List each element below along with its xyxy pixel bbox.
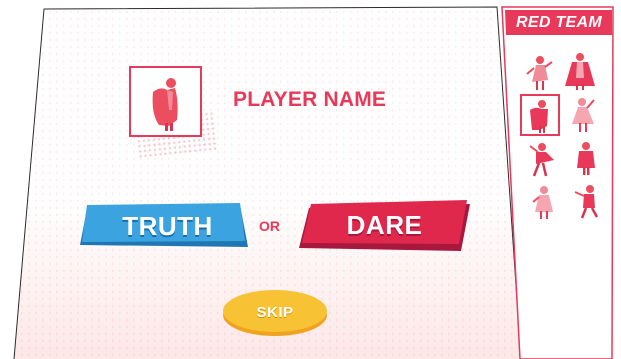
team-member-4[interactable] bbox=[566, 94, 602, 136]
skip-button-label: SKIP bbox=[256, 303, 294, 321]
team-member-2[interactable] bbox=[562, 50, 598, 92]
truth-button[interactable]: TRUTH bbox=[80, 203, 251, 249]
hero-standing-icon bbox=[577, 142, 595, 175]
caped-hero-icon bbox=[152, 78, 178, 131]
hero-caped-woman-icon bbox=[565, 53, 595, 90]
hero-ballerina-icon bbox=[572, 98, 595, 132]
player-name-label: PLAYER NAME bbox=[233, 88, 387, 111]
team-member-3[interactable] bbox=[520, 94, 560, 138]
team-member-7[interactable] bbox=[527, 182, 563, 224]
team-member-1[interactable] bbox=[521, 52, 557, 94]
player-avatar bbox=[129, 66, 202, 137]
hero-flying-icon bbox=[529, 143, 554, 177]
skip-button[interactable]: SKIP bbox=[222, 288, 328, 336]
team-member-8[interactable] bbox=[570, 180, 606, 222]
hero-runner-icon bbox=[574, 185, 599, 219]
or-label: OR bbox=[259, 218, 280, 234]
team-title: RED TEAM bbox=[516, 13, 602, 31]
truth-button-label: TRUTH bbox=[122, 210, 213, 241]
dare-button[interactable]: DARE bbox=[299, 200, 470, 251]
hero-girl-icon bbox=[532, 186, 553, 219]
hero-dancer-icon bbox=[526, 56, 553, 90]
game-screen: PLAYER NAME TRUTH OR DARE SKIP RED TEAM bbox=[0, 0, 621, 359]
hero-caped-man-icon bbox=[530, 100, 548, 133]
dare-button-label: DARE bbox=[346, 210, 423, 240]
team-member-6[interactable] bbox=[568, 138, 604, 180]
team-member-5[interactable] bbox=[524, 138, 560, 180]
